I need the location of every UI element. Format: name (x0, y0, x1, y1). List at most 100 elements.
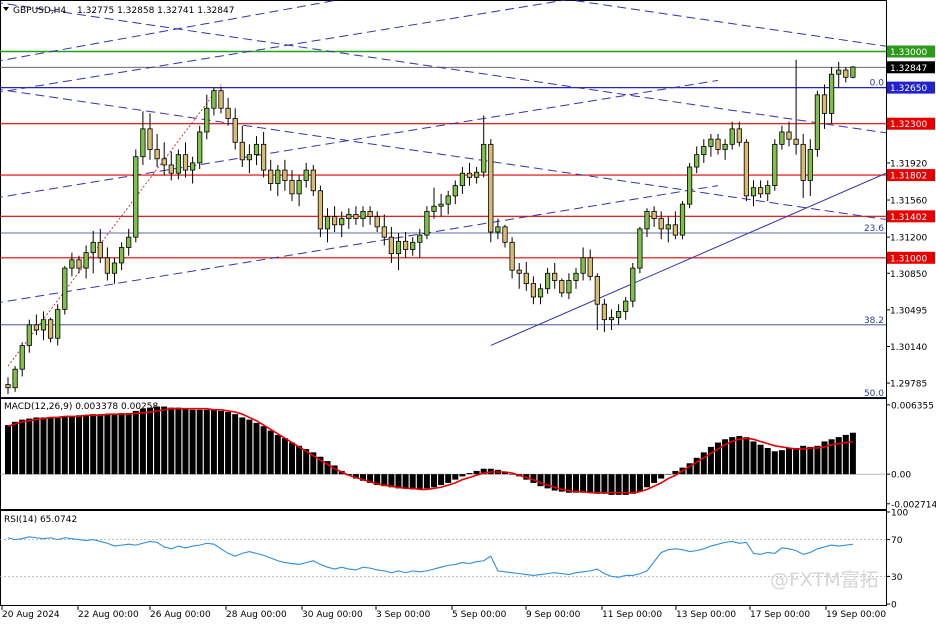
macd-bar (175, 407, 182, 475)
candle-body (523, 272, 529, 284)
candle-body (26, 324, 32, 346)
candle-body (55, 308, 61, 339)
macd-bar (814, 445, 821, 475)
ohlc-readout: 1.32775 1.32858 1.32741 1.32847 (77, 6, 234, 16)
candle-body (189, 162, 196, 171)
price-level-label: 1.31802 (890, 172, 927, 182)
macd-bar (409, 474, 416, 490)
macd-bar (132, 410, 139, 475)
macd-bar (786, 448, 792, 475)
candle-body (466, 172, 473, 178)
time-tick-label: 22 Aug 00:00 (78, 610, 139, 620)
price-level-label: 1.32650 (890, 84, 927, 94)
macd-bar (445, 474, 452, 483)
candle-body (559, 280, 565, 294)
macd-bar (622, 474, 629, 495)
macd-bar (97, 414, 104, 475)
price-tick-label: 1.31560 (890, 197, 927, 207)
time-tick-label: 17 Sep 00:00 (750, 610, 810, 620)
candle-body (537, 288, 544, 298)
macd-bar (793, 448, 800, 475)
candle-body (658, 218, 664, 230)
candle-body (573, 272, 579, 281)
candle-body (90, 241, 96, 254)
candle-body (608, 317, 615, 321)
candle-body (424, 210, 430, 236)
macd-bar (161, 406, 168, 475)
price-tick-label: 1.30140 (890, 343, 927, 353)
macd-bar (665, 474, 672, 475)
macd-label: MACD(12,26,9) 0.003378 0.00258 (4, 402, 159, 412)
candle-body (708, 138, 714, 147)
candle-body (694, 154, 700, 168)
time-tick-label: 11 Sep 00:00 (602, 610, 662, 620)
candle-body (729, 128, 735, 145)
macd-bar (168, 407, 175, 475)
candle-body (594, 275, 600, 305)
time-tick-label: 3 Sep 00:00 (376, 610, 431, 620)
macd-bar (438, 474, 445, 486)
macd-bar (104, 414, 111, 475)
candle-body (630, 267, 636, 302)
macd-bar (225, 412, 232, 475)
macd-bar (118, 413, 125, 475)
macd-bar (587, 474, 594, 493)
candle-body (239, 141, 245, 161)
candle-body (324, 216, 331, 230)
candle-body (758, 187, 764, 195)
candle-body (530, 283, 537, 298)
candle-body (431, 205, 437, 212)
candle-body (381, 226, 387, 238)
watermark: @FXTM富拓 (770, 569, 879, 591)
macd-bar (111, 414, 118, 475)
candle-body (310, 169, 316, 192)
candle-body (5, 384, 11, 389)
candle-body (722, 143, 728, 150)
candle-body (786, 131, 792, 140)
candle-body (736, 128, 742, 143)
macd-bar (800, 445, 807, 475)
fib-level-label: 50.0 (864, 389, 884, 399)
macd-bar (147, 407, 153, 475)
candle-body (175, 154, 181, 174)
candle-body (793, 138, 799, 145)
rsi-tick-label: 30 (891, 573, 903, 583)
candle-body (282, 169, 288, 181)
macd-bar (267, 430, 274, 475)
candle-body (410, 241, 416, 250)
price-level-label: 1.31000 (890, 254, 927, 264)
macd-bar (778, 450, 785, 475)
macd-bar (636, 474, 643, 492)
candle-body (516, 269, 522, 274)
macd-bar (12, 421, 19, 475)
macd-bar (76, 415, 82, 475)
candle-body (445, 195, 451, 205)
macd-bar (83, 415, 90, 475)
candle-body (665, 224, 671, 230)
candle-body (509, 241, 515, 271)
candle-body (679, 203, 686, 236)
macd-bar (139, 408, 146, 475)
candle-body (601, 303, 608, 321)
candle-body (331, 216, 338, 226)
candle-body (843, 69, 849, 78)
price-level-label: 1.32300 (890, 120, 927, 130)
macd-tick-label: 0.006355 (891, 401, 934, 411)
candle-body (367, 210, 373, 217)
candle-body (402, 240, 409, 250)
candle-body (488, 143, 494, 233)
macd-bar (61, 416, 68, 475)
candle-body (552, 272, 558, 281)
candle-body (473, 171, 480, 178)
candle-body (339, 218, 345, 226)
macd-bar (33, 417, 40, 475)
candle-body (126, 236, 132, 248)
price-tick-label: 1.31920 (890, 159, 927, 169)
rsi-axis: 100 70 30 0 (887, 509, 908, 611)
time-tick-label: 5 Sep 00:00 (452, 610, 507, 620)
candle-body (260, 143, 267, 171)
macd-bar (239, 417, 246, 475)
candle-body (850, 66, 856, 78)
candle-body (623, 300, 629, 312)
candle-body (218, 90, 224, 109)
